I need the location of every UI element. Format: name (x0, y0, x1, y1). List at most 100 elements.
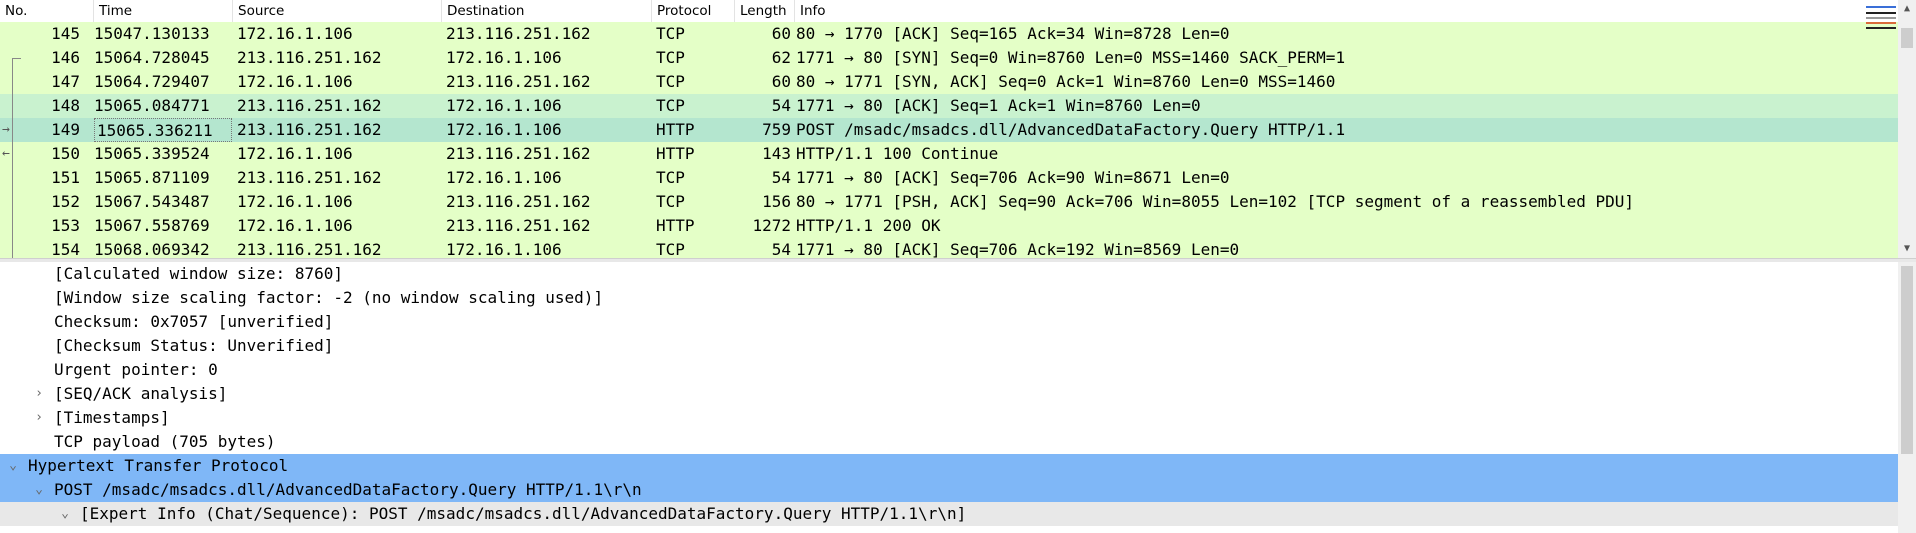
packet-protocol: HTTP (656, 216, 695, 235)
packet-row[interactable]: 154 15068.069342 213.116.251.162 172.16.1.1… (0, 238, 1898, 258)
conversation-gutter (0, 70, 26, 94)
detail-tree-item[interactable]: › [SEQ/ACK analysis] (0, 382, 1898, 406)
packet-length: 60 (771, 24, 791, 43)
packet-destination: 213.116.251.162 (446, 24, 591, 43)
packet-row[interactable]: 149 15065.336211 213.116.251.162 172.16.1.1… (0, 118, 1898, 142)
collapse-chevron-icon[interactable]: ⌄ (32, 478, 46, 502)
packet-protocol: TCP (656, 240, 685, 258)
detail-tree-item[interactable]: ⌄ POST /msadc/msadcs.dll/AdvancedDataFact… (0, 478, 1898, 502)
packet-source: 172.16.1.106 (237, 144, 353, 163)
detail-tree-item[interactable]: [Calculated window size: 8760] (0, 262, 1898, 286)
expand-chevron-icon[interactable]: › (32, 382, 46, 406)
detail-item-text: [Checksum Status: Unverified] (54, 336, 334, 355)
detail-tree-item[interactable]: Urgent pointer: 0 (0, 358, 1898, 382)
detail-item-text: Checksum: 0x7057 [unverified] (54, 312, 334, 331)
conversation-gutter (0, 166, 26, 190)
packet-row[interactable]: 148 15065.084771 213.116.251.162 172.16.1.1… (0, 94, 1898, 118)
conversation-gutter (0, 238, 26, 258)
packet-info: HTTP/1.1 100 Continue (796, 144, 999, 163)
packet-details-pane[interactable]: [Calculated window size: 8760] [Window si… (0, 262, 1898, 533)
packet-length: 143 (762, 144, 791, 163)
detail-tree-item[interactable]: Checksum: 0x7057 [unverified] (0, 310, 1898, 334)
packet-protocol: TCP (656, 72, 685, 91)
packet-source: 172.16.1.106 (237, 216, 353, 235)
packet-info: POST /msadc/msadcs.dll/AdvancedDataFacto… (796, 120, 1346, 139)
packet-protocol: TCP (656, 96, 685, 115)
packet-destination: 213.116.251.162 (446, 216, 591, 235)
packet-row[interactable]: 147 15064.729407 172.16.1.106 213.116.251.1… (0, 70, 1898, 94)
collapse-chevron-icon[interactable]: ⌄ (58, 502, 72, 526)
related-response-arrow-icon: ← (2, 146, 10, 161)
packet-length: 54 (771, 168, 791, 187)
packet-row[interactable]: 153 15067.558769 172.16.1.106 213.116.251.1… (0, 214, 1898, 238)
collapse-chevron-icon[interactable]: ⌄ (6, 454, 20, 478)
packet-time: 15064.729407 (94, 72, 210, 91)
detail-item-text: [Expert Info (Chat/Sequence): POST /msad… (80, 504, 967, 523)
packet-list-pane[interactable]: No. Time Source Destination Protocol Len… (0, 0, 1916, 258)
detail-item-text: [Calculated window size: 8760] (54, 264, 343, 283)
conversation-gutter (0, 190, 26, 214)
column-header-length[interactable]: Length (735, 0, 795, 22)
packet-time: 15065.084771 (94, 96, 210, 115)
conversation-gutter (0, 46, 26, 71)
packet-info: 80 → 1771 [PSH, ACK] Seq=90 Ack=706 Win=… (796, 192, 1635, 211)
detail-tree-item[interactable]: [Checksum Status: Unverified] (0, 334, 1898, 358)
detail-item-text: POST /msadc/msadcs.dll/AdvancedDataFacto… (54, 480, 642, 499)
scroll-thumb[interactable] (1901, 28, 1913, 48)
packet-list-scrollbar[interactable]: ▲ ▼ (1898, 0, 1916, 258)
packet-length: 54 (771, 240, 791, 258)
column-header-protocol[interactable]: Protocol (652, 0, 735, 22)
column-header-time[interactable]: Time (94, 0, 233, 22)
packet-row[interactable]: 146 15064.728045 213.116.251.162 172.16.1.1… (0, 46, 1898, 71)
packet-time: 15068.069342 (94, 240, 210, 258)
packet-info: 1771 → 80 [ACK] Seq=706 Ack=192 Win=8569… (796, 240, 1240, 258)
packet-info: 80 → 1771 [SYN, ACK] Seq=0 Ack=1 Win=876… (796, 72, 1336, 91)
packet-protocol: HTTP (656, 120, 695, 139)
related-request-arrow-icon: → (2, 122, 10, 137)
conversation-gutter (0, 22, 26, 46)
packet-length: 156 (762, 192, 791, 211)
column-header-info[interactable]: Info (795, 0, 1898, 22)
details-scroll-thumb[interactable] (1901, 266, 1913, 454)
packet-source: 213.116.251.162 (237, 240, 382, 258)
packet-row[interactable]: 150 15065.339524 172.16.1.106 213.116.251.1… (0, 142, 1898, 166)
packet-time: 15067.543487 (94, 192, 210, 211)
packet-minimap[interactable] (1866, 4, 1896, 30)
detail-tree-item[interactable]: [Window size scaling factor: -2 (no wind… (0, 286, 1898, 310)
column-header-source[interactable]: Source (233, 0, 442, 22)
packet-row[interactable]: 145 15047.130133 172.16.1.106 213.116.251.1… (0, 22, 1898, 46)
packet-destination: 172.16.1.106 (446, 48, 562, 67)
scroll-down-icon[interactable]: ▼ (1898, 240, 1916, 258)
packet-row[interactable]: 152 15067.543487 172.16.1.106 213.116.251.1… (0, 190, 1898, 214)
detail-tree-item[interactable]: TCP payload (705 bytes) (0, 430, 1898, 454)
packet-time: 15067.558769 (94, 216, 210, 235)
packet-protocol: TCP (656, 192, 685, 211)
scroll-up-icon[interactable]: ▲ (1898, 0, 1916, 18)
packet-row[interactable]: 151 15065.871109 213.116.251.162 172.16.1.1… (0, 166, 1898, 190)
packet-protocol: TCP (656, 48, 685, 67)
details-scrollbar[interactable] (1898, 262, 1916, 533)
column-header-destination[interactable]: Destination (442, 0, 652, 22)
packet-destination: 213.116.251.162 (446, 72, 591, 91)
packet-length: 54 (771, 96, 791, 115)
packet-time: 15047.130133 (94, 24, 210, 43)
packet-length: 60 (771, 72, 791, 91)
packet-destination: 172.16.1.106 (446, 96, 562, 115)
expand-chevron-icon[interactable]: › (32, 406, 46, 430)
packet-source: 213.116.251.162 (237, 48, 382, 67)
packet-source: 172.16.1.106 (237, 192, 353, 211)
detail-item-text: [Timestamps] (54, 408, 170, 427)
conversation-gutter: → (0, 118, 26, 142)
packet-destination: 172.16.1.106 (446, 120, 562, 139)
detail-tree-item[interactable]: ⌄ [Expert Info (Chat/Sequence): POST /msa… (0, 502, 1898, 526)
detail-item-text: [SEQ/ACK analysis] (54, 384, 228, 403)
column-header-no[interactable]: No. (0, 0, 94, 22)
packet-source: 172.16.1.106 (237, 72, 353, 91)
packet-source: 213.116.251.162 (237, 168, 382, 187)
packet-time: 15065.339524 (94, 144, 210, 163)
packet-destination: 213.116.251.162 (446, 144, 591, 163)
packet-info: 80 → 1770 [ACK] Seq=165 Ack=34 Win=8728 … (796, 24, 1230, 43)
detail-tree-item[interactable]: › [Timestamps] (0, 406, 1898, 430)
packet-source: 213.116.251.162 (237, 120, 382, 139)
detail-tree-item[interactable]: ⌄ Hypertext Transfer Protocol (0, 454, 1898, 478)
